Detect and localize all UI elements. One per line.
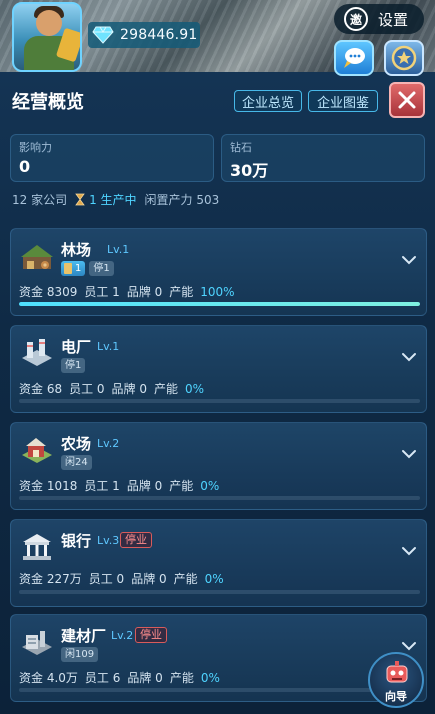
business-overview-panel: 经营概览 企业总览 企业图鉴 影响力 0 钻石 30万 12 家公司 1 生产中… [0,72,435,714]
company-level: Lv.1 [97,340,120,353]
farm-icon [22,438,52,463]
diamond-card: 钻石 30万 [221,134,425,182]
company-name: 银行 [61,532,92,550]
robot-icon [386,661,408,683]
worker-chip: 1 [61,261,86,276]
stopped-business-tag: 停业 [120,532,152,548]
capacity-bar [19,688,420,692]
bank-icon [23,534,51,560]
capacity-value: 0% [204,572,224,586]
company-name: 建材厂 [61,627,107,645]
staff: 员工 6 [84,671,121,685]
capacity-bar [19,496,420,500]
chevron-down-icon[interactable] [401,641,417,651]
lumber-yard-icon [21,245,53,269]
stopped-chip: 停1 [61,358,86,373]
brand: 品牌 0 [127,671,163,685]
stopped-chip: 停1 [89,261,114,276]
staff: 员工 0 [69,382,105,396]
hourglass-icon [75,193,85,206]
diamond-value: 30万 [230,161,269,180]
power-plant-icon [22,339,52,366]
chat-button[interactable] [334,40,374,76]
chevron-down-icon[interactable] [401,352,417,362]
brand: 品牌 0 [126,479,163,493]
funds: 资金 68 [19,382,63,396]
funds: 资金 4.0万 [19,671,78,685]
staff: 员工 1 [84,479,120,493]
invite-icon[interactable]: 邀 [344,7,368,31]
idle-chip: 闲24 [61,455,92,470]
idle-chip: 闲109 [61,647,99,662]
company-card-power-plant[interactable]: 电厂 Lv.1 停1 资金 68 员工 0 品牌 0 产能 0% [10,325,427,413]
settings-button[interactable]: 邀 设置 [334,4,424,34]
staff: 员工 0 [88,572,125,586]
guide-button[interactable]: 向导 [368,652,424,708]
chevron-down-icon[interactable] [401,255,417,265]
company-name: 农场 [61,435,92,453]
producing-count: 1 生产中 [89,193,137,207]
guide-label: 向导 [385,690,407,703]
influence-card: 影响力 0 [10,134,214,182]
building-materials-factory-icon [22,631,52,655]
player-avatar[interactable] [12,2,82,72]
company-level: Lv.2 [97,437,120,450]
company-card-bank[interactable]: 银行 Lv.3 停业 资金 227万 员工 0 品牌 0 产能 0% [10,519,427,607]
capacity-label: 产能 [169,479,194,493]
capacity-value: 0% [185,382,205,396]
funds: 资金 1018 [19,479,78,493]
diamond-label: 钻石 [230,141,252,154]
staff: 员工 1 [84,285,120,299]
capacity-label: 产能 [154,382,179,396]
achievement-button[interactable] [384,40,424,76]
chevron-down-icon[interactable] [401,449,417,459]
company-level: Lv.1 [107,243,130,256]
company-name: 林场 [61,241,92,259]
capacity-bar [19,590,420,594]
chat-bubble-icon [344,48,365,68]
capacity-value: 0% [200,479,220,493]
company-card-building-materials[interactable]: 建材厂 Lv.2 停业 闲109 资金 4.0万 员工 6 品牌 0 产能 0% [10,614,427,702]
stopped-business-tag: 停业 [135,627,167,643]
close-icon [398,91,416,109]
funds: 资金 227万 [19,572,82,586]
capacity-value: 0% [200,671,220,685]
panel-title: 经营概览 [12,92,84,113]
company-card-lumber-yard[interactable]: 林场 Lv.1 1 停1 资金 8309 员工 1 品牌 0 产能 100% [10,228,427,316]
close-button[interactable] [389,82,425,118]
idle-capacity: 闲置产力 503 [144,193,220,207]
diamond-balance-display: 298446.91 [88,22,200,48]
capacity-value: 100% [200,285,235,299]
influence-value: 0 [19,157,31,176]
company-card-farm[interactable]: 农场 Lv.2 闲24 资金 1018 员工 1 品牌 0 产能 0% [10,422,427,510]
settings-label[interactable]: 设置 [378,9,408,30]
funds: 资金 8309 [19,285,78,299]
capacity-label: 产能 [173,572,198,586]
medal-icon [391,45,417,71]
company-level: Lv.3 [97,534,120,547]
diamond-balance-value: 298446.91 [120,27,198,43]
company-level: Lv.2 [111,629,134,642]
brand: 品牌 0 [126,285,163,299]
capacity-bar [19,302,420,306]
company-catalog-button[interactable]: 企业图鉴 [308,90,378,112]
capacity-label: 产能 [169,671,194,685]
chevron-down-icon[interactable] [401,546,417,556]
company-summary: 12 家公司 1 生产中 闲置产力 503 [12,191,219,208]
company-count: 12 家公司 [12,193,68,207]
diamond-icon [92,26,114,44]
company-name: 电厂 [61,338,92,356]
influence-label: 影响力 [19,141,52,154]
capacity-bar [19,399,420,403]
brand: 品牌 0 [111,382,147,396]
brand: 品牌 0 [131,572,167,586]
company-overview-button[interactable]: 企业总览 [234,90,302,112]
capacity-label: 产能 [169,285,194,299]
